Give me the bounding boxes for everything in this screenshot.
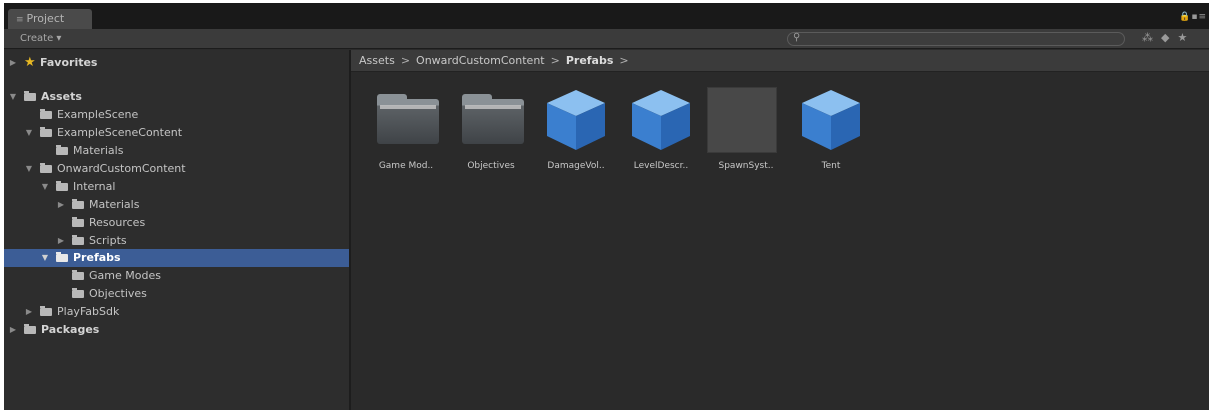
expand-arrow-icon[interactable]: ▶ (8, 54, 18, 72)
tree-item-scripts[interactable]: ▶ Scripts (4, 232, 349, 250)
collapse-arrow-icon[interactable]: ▼ (24, 124, 34, 142)
breadcrumb-separator: > (400, 54, 411, 67)
breadcrumb-separator: > (619, 54, 629, 67)
search-icon: ⚲ (793, 32, 801, 43)
breadcrumb: Assets > OnwardCustomContent > Prefabs > (351, 50, 1209, 72)
tree-item-packages[interactable]: ▶ Packages (4, 321, 349, 339)
tree-label: Materials (89, 198, 140, 211)
tree-item-playfabsdk[interactable]: ▶ PlayFabSdk (4, 303, 349, 321)
folder-icon (72, 199, 84, 209)
folder-icon (72, 288, 84, 298)
folder-icon (24, 324, 36, 334)
folder-icon (40, 109, 52, 119)
tab-bar: ≡ Project 🔒▪≡ (4, 3, 1209, 29)
breadcrumb-item-assets[interactable]: Assets (359, 54, 395, 67)
project-window: ≡ Project 🔒▪≡ Create ▾ ⚲ ⁂ ◆ ★ ▶ ★ Favori… (4, 3, 1209, 410)
asset-folder-game-modes[interactable]: Game Mod.. (365, 85, 447, 175)
asset-prefab-tent[interactable]: Tent (790, 85, 872, 175)
tree-label: Packages (41, 323, 100, 336)
folder-icon (40, 127, 52, 137)
folder-icon (40, 163, 52, 173)
folder-icon (56, 181, 68, 191)
tree-item-internal[interactable]: ▼ Internal (4, 178, 349, 196)
asset-label: Game Mod.. (378, 161, 434, 171)
breadcrumb-item-onwardcustomcontent[interactable]: OnwardCustomContent (416, 54, 545, 67)
asset-prefab-damagevol[interactable]: DamageVol.. (535, 85, 617, 175)
asset-prefab-leveldescr[interactable]: LevelDescr.. (620, 85, 702, 175)
folder-icon (72, 217, 84, 227)
tree-item-prefabs[interactable]: ▼ Prefabs (4, 249, 349, 267)
tree-label: Scripts (89, 234, 127, 247)
tree-label: Objectives (89, 287, 147, 300)
asset-folder-objectives[interactable]: Objectives (450, 85, 532, 175)
folder-tab-icon: ≡ (16, 15, 24, 25)
filter-by-label-icon[interactable]: ◆ (1161, 31, 1169, 44)
tree-label: PlayFabSdk (57, 305, 120, 318)
breadcrumb-separator: > (550, 54, 560, 67)
tree-label: Prefabs (73, 251, 121, 264)
folder-icon (462, 94, 524, 144)
tree-item-onwardcustomcontent[interactable]: ▼ OnwardCustomContent (4, 160, 349, 178)
tree-item-internal-materials[interactable]: ▶ Materials (4, 196, 349, 214)
asset-label: Tent (821, 161, 841, 171)
window-menu-icon[interactable]: 🔒▪≡ (1179, 12, 1207, 22)
tree-item-objectives[interactable]: Objectives (4, 285, 349, 303)
tree-item-examplescene[interactable]: ExampleScene (4, 106, 349, 124)
tree-label: Materials (73, 144, 124, 157)
folder-icon (72, 235, 84, 245)
asset-label: LevelDescr.. (633, 161, 689, 171)
prefab-cube-icon (632, 90, 690, 150)
folder-icon (72, 270, 84, 280)
folder-icon (40, 306, 52, 316)
expand-arrow-icon[interactable]: ▶ (56, 196, 66, 214)
folder-tree: ▶ ★ Favorites ▼ Assets ExampleScene ▼ Ex… (4, 50, 349, 410)
asset-prefab-spawnsyst[interactable]: SpawnSyst.. (705, 85, 787, 175)
tree-label: Assets (41, 90, 82, 103)
tree-label: Internal (73, 180, 116, 193)
empty-thumbnail (707, 87, 777, 153)
toolbar-filter-icons: ⁂ ◆ ★ (1142, 31, 1187, 44)
folder-icon (24, 91, 36, 101)
tree-item-examplescenecontent[interactable]: ▼ ExampleSceneContent (4, 124, 349, 142)
folder-icon (56, 145, 68, 155)
expand-arrow-icon[interactable]: ▶ (8, 321, 18, 339)
tree-item-assets[interactable]: ▼ Assets (4, 88, 349, 106)
collapse-arrow-icon[interactable]: ▼ (24, 160, 34, 178)
tree-label: OnwardCustomContent (57, 162, 186, 175)
collapse-arrow-icon[interactable]: ▼ (8, 88, 18, 106)
tree-label: ExampleSceneContent (57, 126, 183, 139)
tree-item-materials[interactable]: Materials (4, 142, 349, 160)
star-icon: ★ (24, 55, 36, 70)
tree-label: Game Modes (89, 269, 161, 282)
prefab-cube-icon (802, 90, 860, 150)
tree-item-resources[interactable]: Resources (4, 214, 349, 232)
folder-icon (377, 94, 439, 144)
folder-icon (56, 252, 68, 262)
tree-label: Resources (89, 216, 146, 229)
expand-arrow-icon[interactable]: ▶ (24, 303, 34, 321)
create-button[interactable]: Create ▾ (16, 32, 65, 46)
prefab-cube-icon (547, 90, 605, 150)
asset-browser: Assets > OnwardCustomContent > Prefabs > Game… (351, 50, 1209, 410)
favorite-star-icon[interactable]: ★ (1177, 31, 1187, 44)
tab-project[interactable]: ≡ Project (8, 9, 92, 29)
collapse-arrow-icon[interactable]: ▼ (40, 249, 50, 267)
asset-label: DamageVol.. (547, 161, 605, 171)
collapse-arrow-icon[interactable]: ▼ (40, 178, 50, 196)
toolbar: Create ▾ ⚲ ⁂ ◆ ★ (4, 29, 1209, 49)
tree-item-game-modes[interactable]: Game Modes (4, 267, 349, 285)
filter-by-type-icon[interactable]: ⁂ (1142, 31, 1153, 44)
asset-label: SpawnSyst.. (718, 161, 774, 171)
breadcrumb-item-prefabs[interactable]: Prefabs (566, 54, 614, 67)
tree-label: Favorites (40, 56, 98, 69)
search-input[interactable]: ⚲ (787, 32, 1125, 46)
tree-item-favorites[interactable]: ▶ ★ Favorites (4, 54, 349, 72)
expand-arrow-icon[interactable]: ▶ (56, 232, 66, 250)
tree-label: ExampleScene (57, 108, 139, 121)
tab-label: Project (26, 12, 65, 25)
asset-label: Objectives (467, 161, 515, 171)
